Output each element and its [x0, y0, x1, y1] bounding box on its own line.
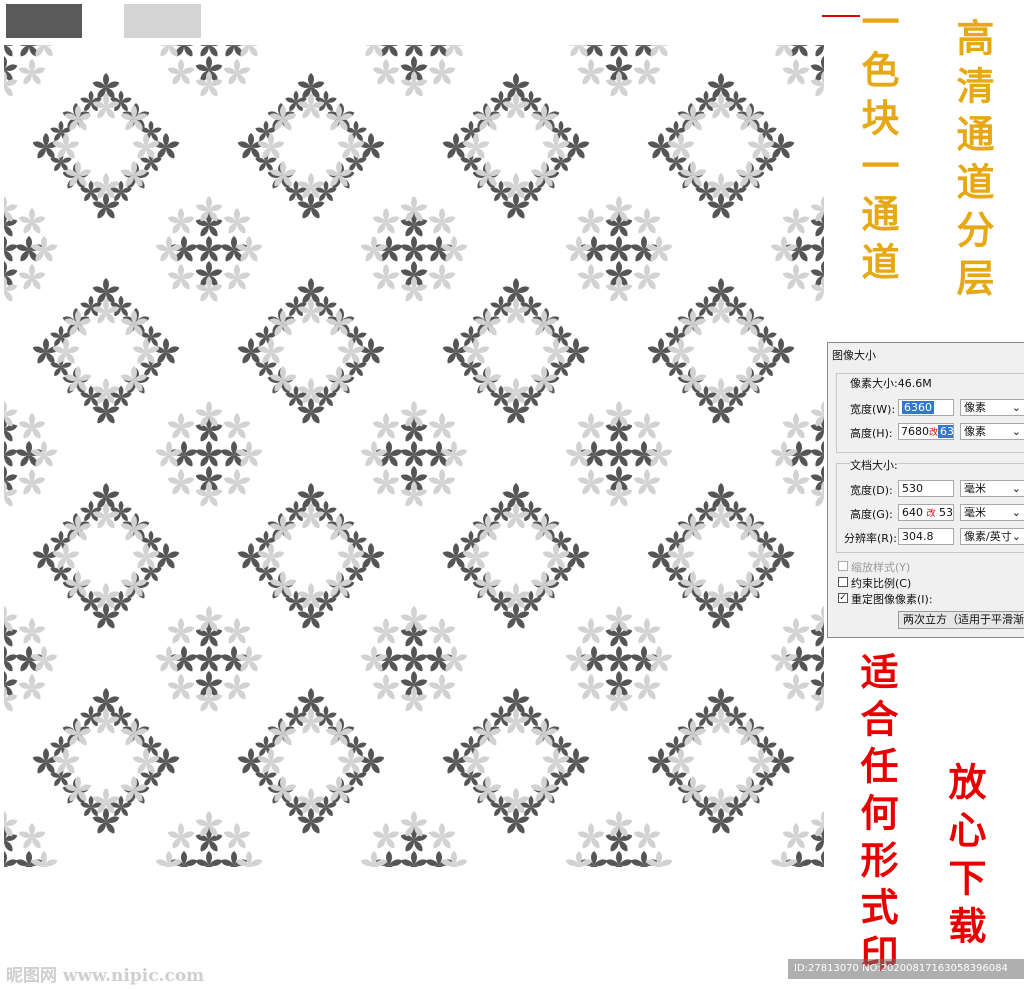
annotation-download-safely: 放心下载 — [942, 762, 987, 954]
resolution-unit-select[interactable]: 像素/英寸 ⌄ — [960, 528, 1024, 545]
watermark-bar: 昵图网 www.nipic.com ID:27813070 NO:2020081… — [0, 955, 1024, 989]
annotation-suitable-for-print: 适合任何形式印 — [854, 652, 899, 981]
doc-height-input[interactable]: 640 改 530 — [898, 504, 954, 521]
doc-width-unit-select[interactable]: 毫米 ⌄ — [960, 480, 1024, 497]
width-label: 宽度(W): — [850, 403, 896, 416]
light-color-swatch — [124, 4, 201, 38]
resolution-label: 分辨率(R): — [844, 532, 897, 545]
pixel-height-input[interactable]: 7680改6360 — [898, 423, 954, 440]
pixel-width-unit-select[interactable]: 像素 ⌄ — [960, 399, 1024, 416]
constrain-proportions-label: 约束比例(C) — [851, 577, 912, 590]
scale-styles-checkbox[interactable] — [838, 561, 848, 571]
height-label: 高度(H): — [850, 427, 893, 440]
scale-styles-label: 缩放样式(Y) — [851, 561, 911, 574]
image-size-dialog: 图像大小 像素大小:46.6M 宽度(W): 6360 像素 ⌄ 高度(H): … — [827, 342, 1024, 638]
doc-height-unit-select[interactable]: 毫米 ⌄ — [960, 504, 1024, 521]
dialog-title: 图像大小 — [832, 349, 876, 362]
pixel-size-label: 像素大小:46.6M — [850, 377, 932, 390]
pixel-width-input[interactable]: 6360 — [898, 399, 954, 416]
doc-width-input[interactable]: 530 — [898, 480, 954, 497]
resample-method-select[interactable]: 两次立方（适用于平滑渐变 — [898, 611, 1024, 629]
pixel-height-unit-select[interactable]: 像素 ⌄ — [960, 423, 1024, 440]
doc-height-label: 高度(G): — [850, 508, 893, 521]
annotation-hd-channel-layers: 高清通道分层 — [950, 18, 995, 306]
resample-image-label: 重定图像像素(I): — [851, 593, 933, 606]
annotation-one-color-per-channel: 一色块一通道 — [855, 2, 900, 290]
nipic-watermark: 昵图网 www.nipic.com — [6, 966, 205, 986]
dark-color-swatch — [6, 4, 82, 38]
doc-width-label: 宽度(D): — [850, 484, 893, 497]
constrain-proportions-checkbox[interactable] — [838, 577, 848, 587]
image-id-watermark: ID:27813070 NO:20200817163058396084 — [788, 959, 1024, 979]
resolution-input[interactable]: 304.8 — [898, 528, 954, 545]
floral-pattern-image — [4, 45, 824, 867]
document-size-label: 文档大小: — [850, 457, 898, 473]
resample-image-checkbox[interactable]: ✓ — [838, 593, 848, 603]
